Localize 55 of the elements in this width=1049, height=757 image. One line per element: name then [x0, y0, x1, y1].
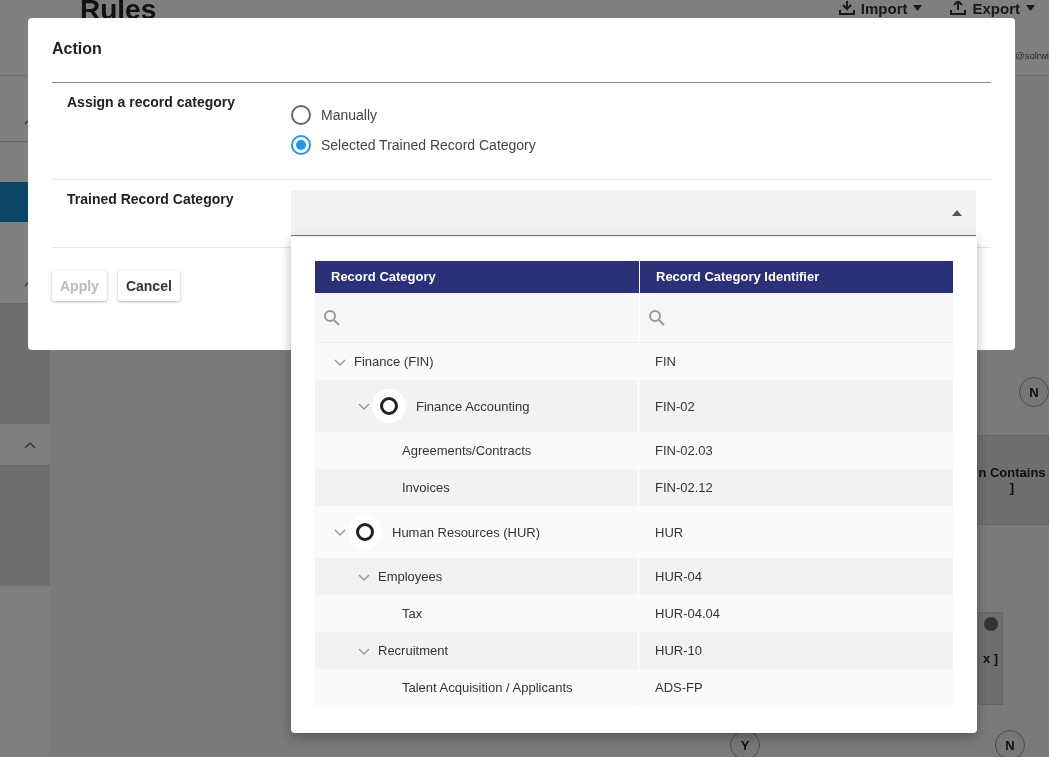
category-name: Employees	[377, 569, 443, 584]
condition-text: ]	[1009, 480, 1015, 495]
category-select[interactable]	[291, 190, 976, 236]
category-identifier: ADS-FP	[654, 679, 704, 697]
chevron-icon[interactable]	[333, 526, 346, 538]
category-identifier: FIN	[654, 353, 677, 371]
condition-node[interactable]: x ]	[978, 612, 1003, 705]
radio-icon[interactable]	[291, 105, 311, 125]
radio-option[interactable]: Selected Trained Record Category	[291, 135, 536, 155]
download-icon	[838, 1, 855, 15]
condition-text: x ]	[982, 651, 999, 666]
upload-icon	[950, 1, 967, 15]
chevron-up-icon[interactable]	[24, 440, 36, 449]
category-identifier: FIN-02.12	[654, 479, 714, 497]
tree-row[interactable]: Invoices FIN-02.12	[315, 469, 953, 506]
tree-row[interactable]: Talent Acquisition / Applicants ADS-FP	[315, 669, 953, 706]
tree-row[interactable]: Agreements/Contracts FIN-02.03	[315, 432, 953, 469]
column-header: Record Category	[330, 268, 437, 286]
cancel-button[interactable]: Cancel	[117, 270, 180, 301]
close-icon[interactable]	[984, 617, 998, 631]
tree-row[interactable]: Recruitment HUR-10	[315, 632, 953, 669]
radio-option[interactable]: Manually	[291, 105, 536, 125]
chevron-icon[interactable]	[357, 400, 370, 412]
category-identifier: HUR-04.04	[654, 605, 722, 623]
tree-row[interactable]: Human Resources (HUR) HUR	[315, 506, 953, 558]
category-identifier: HUR	[654, 523, 685, 542]
tree-row[interactable]: Employees HUR-04	[315, 558, 953, 595]
category-name: Tax	[401, 606, 423, 621]
radio-icon[interactable]	[291, 135, 311, 155]
import-button[interactable]: Import	[834, 0, 927, 16]
category-identifier: HUR-10	[654, 642, 703, 660]
condition-text: n Contains	[978, 465, 1046, 480]
category-name: Talent Acquisition / Applicants	[401, 680, 573, 695]
export-button[interactable]: Export	[946, 0, 1039, 16]
caret-down-icon	[913, 5, 923, 11]
category-identifier: FIN-02	[654, 397, 696, 416]
field-label: Trained Record Category	[66, 190, 235, 209]
category-identifier: FIN-02.03	[654, 442, 714, 460]
field-label: Assign a record category	[66, 93, 237, 112]
category-name: Finance (FIN)	[353, 354, 434, 369]
search-icon	[648, 308, 666, 327]
category-identifier: HUR-04	[654, 568, 703, 586]
category-name: Recruitment	[377, 643, 449, 658]
tree-row[interactable]: Finance Accounting FIN-02	[315, 380, 953, 432]
user-email: @solrwi	[1015, 50, 1049, 61]
category-name: Finance Accounting	[415, 398, 530, 414]
tree-row[interactable]: Finance (FIN) FIN	[315, 343, 953, 380]
caret-down-icon	[1026, 5, 1035, 11]
category-name: Agreements/Contracts	[401, 443, 532, 458]
search-icon	[323, 308, 341, 327]
condition-node[interactable]: n Contains ]	[975, 435, 1049, 525]
category-name: Human Resources (HUR)	[391, 524, 541, 540]
tree-row[interactable]: Tax HUR-04.04	[315, 595, 953, 632]
category-name: Invoices	[401, 480, 450, 495]
dialog-title: Action	[52, 18, 991, 83]
